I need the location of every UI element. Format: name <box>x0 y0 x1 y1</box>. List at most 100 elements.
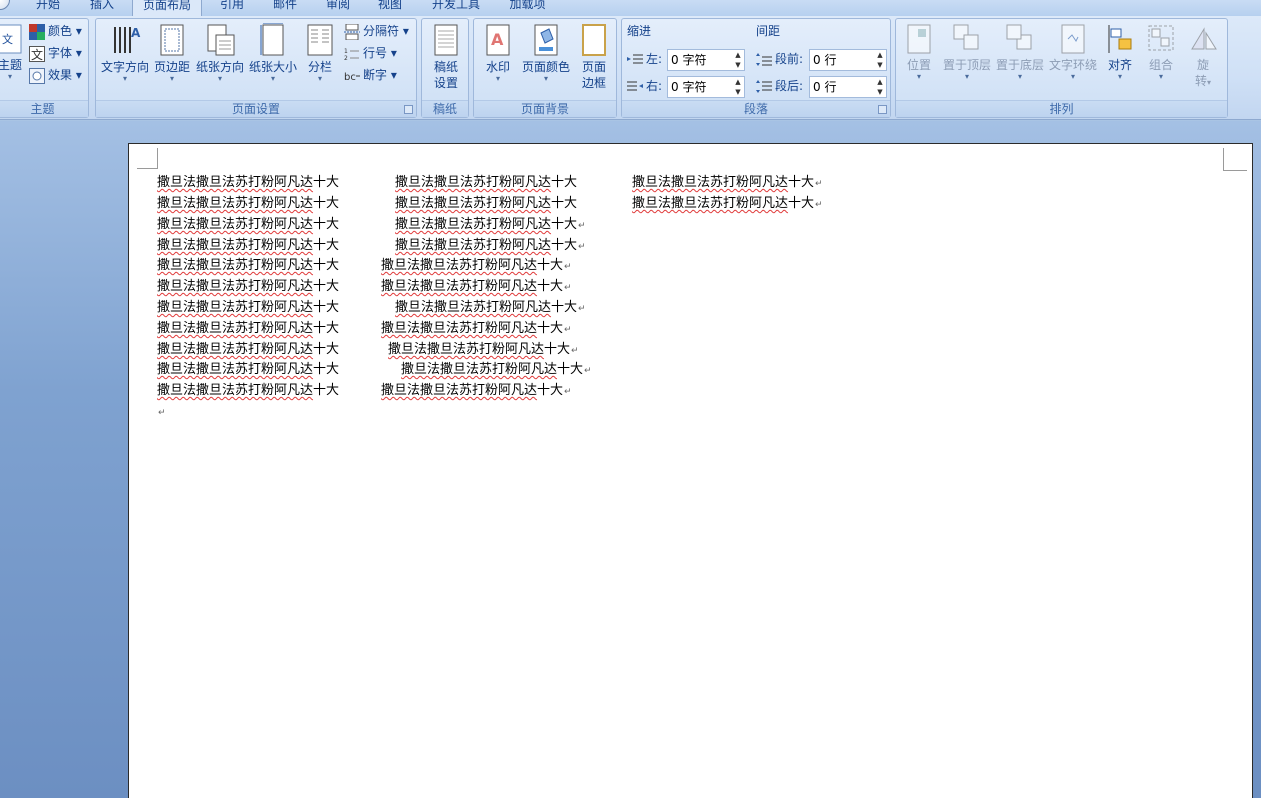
document-line[interactable]: 撒旦法撒旦法苏打粉阿凡达十大 <box>157 236 339 256</box>
document-line[interactable]: 撒旦法撒旦法苏打粉阿凡达十大↵ <box>381 381 572 401</box>
misspelled-text: 撒旦法撒旦法苏打粉阿凡达 <box>157 238 314 253</box>
document-line[interactable]: 撒旦法撒旦法苏打粉阿凡达十大↵ <box>388 340 579 360</box>
bring-to-front-button[interactable]: 置于顶层 ▾ <box>942 23 992 81</box>
document-line[interactable]: 撒旦法撒旦法苏打粉阿凡达十大↵ <box>395 215 586 235</box>
rotate-label-2: 转 <box>1194 74 1207 88</box>
hyphenation-button[interactable]: bc 断字 ▾ <box>344 65 397 85</box>
spinner-arrows-icon[interactable]: ▲ ▼ <box>874 77 886 97</box>
line-tail-text: 十大 <box>313 321 340 336</box>
document-line[interactable]: 撒旦法撒旦法苏打粉阿凡达十大↵ <box>381 319 572 339</box>
send-to-back-icon <box>1006 24 1032 50</box>
document-line[interactable]: 撒旦法撒旦法苏打粉阿凡达十大↵ <box>381 277 572 297</box>
margin-corner-top-left <box>157 148 158 169</box>
watermark-button[interactable]: A 水印 ▾ <box>480 23 516 83</box>
page-borders-label-1: 页面 <box>581 60 606 74</box>
document-line[interactable]: 撒旦法撒旦法苏打粉阿凡达十大 <box>157 381 339 401</box>
margins-button[interactable]: 页边距 ▾ <box>153 23 191 83</box>
spacing-after-input[interactable]: 0 行 ▲ ▼ <box>809 76 887 98</box>
breaks-button[interactable]: 分隔符 ▾ <box>344 21 409 41</box>
tab-developer[interactable]: 开发工具 <box>424 0 488 16</box>
misspelled-text: 撒旦法撒旦法苏打粉阿凡达 <box>381 321 538 336</box>
page-setup-dialog-launcher[interactable] <box>404 105 413 114</box>
document-line[interactable]: 撒旦法撒旦法苏打粉阿凡达十大 <box>157 194 339 214</box>
tab-view[interactable]: 视图 <box>370 0 410 16</box>
theme-fonts-button[interactable]: 文字体 ▾ <box>29 43 82 63</box>
theme-effects-button[interactable]: 效果 ▾ <box>29 65 82 85</box>
line-tail-text: 十大 <box>537 279 564 294</box>
manuscript-settings-button[interactable]: 稿纸 设置 <box>426 23 466 91</box>
spinner-arrows-icon[interactable]: ▲ ▼ <box>874 50 886 70</box>
misspelled-text: 撒旦法撒旦法苏打粉阿凡达 <box>395 300 552 315</box>
paragraph-mark-icon: ↵ <box>571 346 579 356</box>
document-line[interactable]: 撒旦法撒旦法苏打粉阿凡达十大 <box>157 215 339 235</box>
tab-page-layout[interactable]: 页面布局 <box>132 0 202 16</box>
send-to-back-button[interactable]: 置于底层 ▾ <box>995 23 1045 81</box>
document-line[interactable]: 撒旦法撒旦法苏打粉阿凡达十大 <box>157 277 339 297</box>
position-button[interactable]: 位置 ▾ <box>900 23 938 81</box>
bring-to-front-icon <box>953 24 979 50</box>
orientation-button[interactable]: 纸张方向 ▾ <box>195 23 245 83</box>
indent-right-input[interactable]: 0 字符 ▲ ▼ <box>667 76 745 98</box>
tab-home[interactable]: 开始 <box>28 0 68 16</box>
tab-insert[interactable]: 插入 <box>82 0 122 16</box>
document-line[interactable]: 撒旦法撒旦法苏打粉阿凡达十大↵ <box>395 298 586 318</box>
line-numbers-icon: 12 <box>344 48 359 62</box>
chevron-down-icon: ▾ <box>169 74 174 83</box>
tab-addins[interactable]: 加载项 <box>500 0 555 16</box>
page-borders-button[interactable]: 页面 边框 <box>576 23 612 91</box>
columns-button[interactable]: 分栏 ▾ <box>302 23 338 83</box>
group-objects-button[interactable]: 组合 ▾ <box>1142 23 1180 81</box>
align-button[interactable]: 对齐 ▾ <box>1102 23 1138 81</box>
page-size-icon <box>260 23 284 56</box>
document-line[interactable]: 撒旦法撒旦法苏打粉阿凡达十大 <box>157 256 339 276</box>
ribbon-tab-bar: 开始 插入 页面布局 引用 邮件 审阅 视图 开发工具 加载项 <box>0 0 1261 16</box>
document-line[interactable]: 撒旦法撒旦法苏打粉阿凡达十大↵ <box>401 360 592 380</box>
text-wrap-label: 文字环绕 <box>1048 58 1097 72</box>
misspelled-text: 撒旦法撒旦法苏打粉阿凡达 <box>395 238 552 253</box>
indent-left-input[interactable]: 0 字符 ▲ ▼ <box>667 49 745 71</box>
misspelled-text: 撒旦法撒旦法苏打粉阿凡达 <box>157 383 314 398</box>
document-line[interactable]: 撒旦法撒旦法苏打粉阿凡达十大 <box>157 298 339 318</box>
empty-paragraph[interactable]: ↵ <box>157 402 166 422</box>
rotate-label-1: 旋 <box>1196 58 1209 72</box>
text-wrap-button[interactable]: 文字环绕 ▾ <box>1048 23 1098 81</box>
group-arrange: 位置 ▾ 置于顶层 ▾ 置于底层 ▾ 文字环绕 ▾ 对齐 ▾ 组合 ▾ 旋 转▾… <box>895 18 1228 118</box>
theme-button[interactable]: 文 主题 ▾ <box>0 23 23 81</box>
document-line[interactable]: 撒旦法撒旦法苏打粉阿凡达十大 <box>395 173 577 193</box>
paragraph-dialog-launcher[interactable] <box>878 105 887 114</box>
theme-colors-button[interactable]: 颜色 ▾ <box>29 21 82 41</box>
indent-right-label: 右: <box>627 76 662 96</box>
paragraph-mark-icon: ↵ <box>578 242 586 252</box>
position-label: 位置 <box>906 58 931 72</box>
line-tail-text: 十大 <box>313 196 340 211</box>
chevron-down-icon: ▾ <box>495 74 500 83</box>
office-button[interactable] <box>0 0 10 10</box>
svg-text:文: 文 <box>2 32 13 46</box>
spinner-arrows-icon[interactable]: ▲ ▼ <box>732 77 744 97</box>
group-page-setup-label: 页面设置 <box>96 100 416 117</box>
line-tail-text: 十大 <box>537 321 564 336</box>
document-line[interactable]: 撒旦法撒旦法苏打粉阿凡达十大↵ <box>381 256 572 276</box>
size-button[interactable]: 纸张大小 ▾ <box>248 23 298 83</box>
page-color-button[interactable]: 页面颜色 ▾ <box>520 23 572 83</box>
document-line[interactable]: 撒旦法撒旦法苏打粉阿凡达十大 <box>157 340 339 360</box>
rotate-button[interactable]: 旋 转▾ <box>1184 23 1222 91</box>
line-numbers-button[interactable]: 1 2 行号 ▾ <box>344 43 397 63</box>
document-line[interactable]: 撒旦法撒旦法苏打粉阿凡达十大↵ <box>632 194 823 214</box>
text-direction-button[interactable]: A 文字方向 ▾ <box>99 23 151 83</box>
document-line[interactable]: 撒旦法撒旦法苏打粉阿凡达十大 <box>157 360 339 380</box>
document-line[interactable]: 撒旦法撒旦法苏打粉阿凡达十大 <box>395 194 577 214</box>
document-line[interactable]: 撒旦法撒旦法苏打粉阿凡达十大 <box>157 173 339 193</box>
document-line[interactable]: 撒旦法撒旦法苏打粉阿凡达十大↵ <box>395 236 586 256</box>
tab-references[interactable]: 引用 <box>212 0 252 16</box>
paragraph-mark-icon: ↵ <box>815 179 823 189</box>
group-objects-label: 组合 <box>1148 58 1173 72</box>
manuscript-icon <box>434 24 458 56</box>
tab-mailings[interactable]: 邮件 <box>265 0 305 16</box>
document-line[interactable]: 撒旦法撒旦法苏打粉阿凡达十大↵ <box>632 173 823 193</box>
spacing-after-icon <box>756 79 772 93</box>
tab-review[interactable]: 审阅 <box>318 0 358 16</box>
spinner-arrows-icon[interactable]: ▲ ▼ <box>732 50 744 70</box>
document-line[interactable]: 撒旦法撒旦法苏打粉阿凡达十大 <box>157 319 339 339</box>
spacing-before-input[interactable]: 0 行 ▲ ▼ <box>809 49 887 71</box>
